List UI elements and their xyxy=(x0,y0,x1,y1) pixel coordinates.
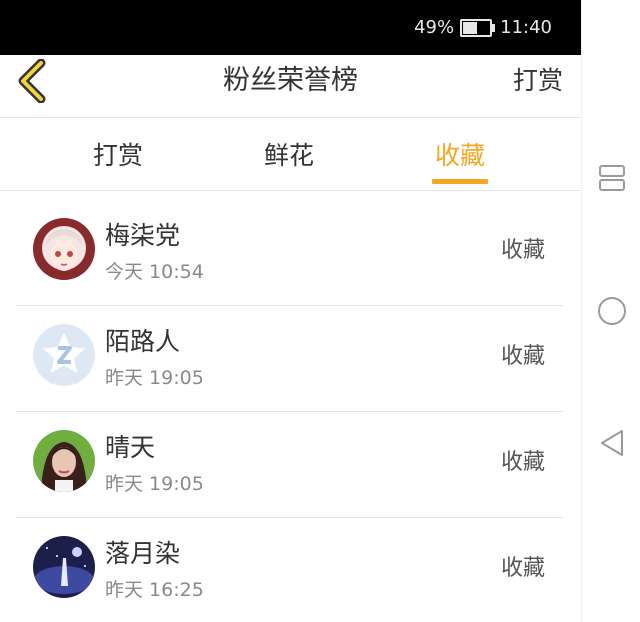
fan-list: 梅柒党 今天 10:54 收藏 陌路人 昨天 19:05 收藏 晴天 昨天 19… xyxy=(0,200,581,622)
page-title: 粉丝荣誉榜 xyxy=(223,65,358,96)
fan-action: 收藏 xyxy=(500,556,545,581)
fan-time: 今天 10:54 xyxy=(105,261,204,283)
avatar xyxy=(33,430,95,492)
nav-back-button[interactable] xyxy=(582,418,640,468)
tab-label: 打赏 xyxy=(92,141,143,170)
system-nav-bar xyxy=(581,0,640,622)
reward-button[interactable]: 打赏 xyxy=(513,55,563,107)
woman-portrait-avatar-icon xyxy=(33,430,95,492)
chevron-left-icon xyxy=(18,59,46,103)
list-item[interactable]: 晴天 昨天 19:05 收藏 xyxy=(16,412,563,518)
tab-label: 鲜花 xyxy=(263,141,314,170)
fan-time: 昨天 16:25 xyxy=(105,579,204,601)
fan-name: 梅柒党 xyxy=(105,221,181,250)
avatar xyxy=(33,218,95,280)
status-indicators: 49% 11:40 xyxy=(414,0,552,55)
clock: 11:40 xyxy=(500,17,552,38)
recent-apps-button[interactable] xyxy=(582,153,640,203)
list-item[interactable]: 落月染 昨天 16:25 收藏 xyxy=(16,518,563,622)
avatar xyxy=(33,324,95,386)
anime-girl-avatar-icon xyxy=(33,218,95,280)
fan-name: 陌路人 xyxy=(105,327,181,356)
back-icon xyxy=(600,430,623,456)
fan-action: 收藏 xyxy=(500,344,545,369)
header: 粉丝荣誉榜 打赏 xyxy=(0,55,581,118)
avatar xyxy=(33,536,95,598)
app-window: 49% 11:40 粉丝荣誉榜 打赏 打赏 鲜花 收藏 梅柒党 今天 10:54… xyxy=(0,0,581,622)
battery-percentage: 49% xyxy=(414,17,455,38)
active-tab-indicator xyxy=(432,179,488,184)
recent-apps-icon xyxy=(598,165,625,191)
tab-reward[interactable]: 打赏 xyxy=(48,118,188,190)
tab-favorites[interactable]: 收藏 xyxy=(390,118,530,190)
fan-time: 昨天 19:05 xyxy=(105,473,204,495)
tab-bar: 打赏 鲜花 收藏 xyxy=(0,118,581,191)
fan-action: 收藏 xyxy=(500,238,545,263)
status-bar: 49% 11:40 xyxy=(0,0,581,55)
home-button[interactable] xyxy=(582,286,640,336)
fan-action: 收藏 xyxy=(500,450,545,475)
fan-time: 昨天 19:05 xyxy=(105,367,204,389)
battery-level xyxy=(463,21,477,34)
default-star-avatar-icon xyxy=(33,324,95,386)
list-item[interactable]: 梅柒党 今天 10:54 收藏 xyxy=(16,200,563,306)
tab-label: 收藏 xyxy=(434,141,485,170)
fan-name: 落月染 xyxy=(105,539,181,568)
back-button[interactable] xyxy=(10,57,54,105)
battery-icon xyxy=(460,18,496,37)
night-scene-avatar-icon xyxy=(33,536,95,598)
list-item[interactable]: 陌路人 昨天 19:05 收藏 xyxy=(16,306,563,412)
home-icon xyxy=(597,297,626,325)
tab-flowers[interactable]: 鲜花 xyxy=(219,118,359,190)
fan-name: 晴天 xyxy=(105,433,156,462)
